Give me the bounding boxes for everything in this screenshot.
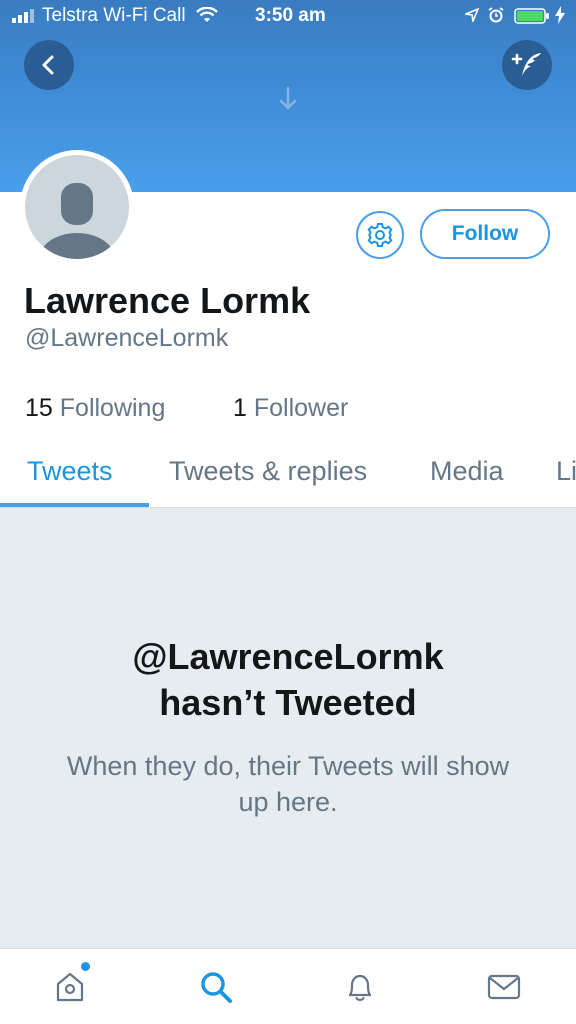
charging-bolt-icon	[555, 6, 565, 24]
mail-icon	[487, 974, 521, 1000]
following-stat[interactable]: 15 Following	[25, 394, 165, 423]
battery-icon	[514, 8, 549, 24]
nav-search[interactable]	[196, 967, 236, 1007]
display-name: Lawrence Lormk	[24, 280, 311, 321]
gear-icon	[367, 223, 393, 247]
followers-label: Follower	[253, 394, 349, 422]
active-tab-indicator	[0, 503, 149, 507]
user-handle: @LawrenceLormk	[25, 324, 229, 352]
follow-button[interactable]: Follow	[420, 209, 550, 259]
empty-state-title-handle: @LawrenceLormk	[132, 636, 444, 677]
carrier-label: Telstra Wi-Fi Call	[42, 5, 186, 26]
signal-strength-icon	[12, 9, 34, 23]
tab-tweets[interactable]: Tweets	[27, 456, 113, 487]
wifi-icon	[196, 7, 218, 22]
location-arrow-icon	[465, 8, 479, 22]
profile-tabs: Tweets Tweets & replies Media Likes	[0, 448, 576, 508]
tab-media[interactable]: Media	[430, 456, 504, 487]
search-icon	[201, 972, 232, 1003]
empty-state-subtitle: When they do, their Tweets will show up …	[66, 751, 510, 817]
status-time: 3:50 am	[255, 5, 326, 26]
empty-timeline: @LawrenceLormk hasn’t Tweeted When they …	[0, 508, 576, 948]
following-count: 15	[25, 394, 53, 422]
avatar[interactable]	[20, 150, 134, 264]
bell-icon	[348, 974, 372, 1001]
compose-tweet-icon	[511, 53, 541, 76]
empty-state-title: @LawrenceLormk hasn’t Tweeted	[0, 634, 576, 726]
bottom-navigation	[0, 948, 576, 1024]
profile-settings-button[interactable]	[356, 211, 404, 259]
back-button[interactable]	[24, 40, 74, 90]
pull-to-refresh-arrow-icon	[279, 86, 297, 110]
default-user-icon	[39, 183, 115, 259]
status-bar: Telstra Wi-Fi Call 3:50 am	[0, 0, 576, 34]
chevron-left-icon	[42, 55, 54, 75]
nav-home[interactable]	[50, 967, 90, 1007]
followers-stat[interactable]: 1 Follower	[233, 394, 348, 423]
compose-tweet-button[interactable]	[502, 40, 552, 90]
tab-likes[interactable]: Likes	[556, 456, 576, 487]
home-icon	[56, 972, 84, 1002]
followers-count: 1	[233, 394, 247, 422]
nav-messages[interactable]	[484, 967, 524, 1007]
default-avatar-image	[25, 155, 129, 259]
tab-tweets-and-replies[interactable]: Tweets & replies	[169, 456, 367, 487]
following-label: Following	[59, 394, 166, 422]
nav-notifications[interactable]	[340, 967, 380, 1007]
empty-state-title-text: hasn’t Tweeted	[159, 682, 417, 723]
alarm-clock-icon	[488, 7, 504, 23]
home-notification-dot	[81, 962, 90, 971]
